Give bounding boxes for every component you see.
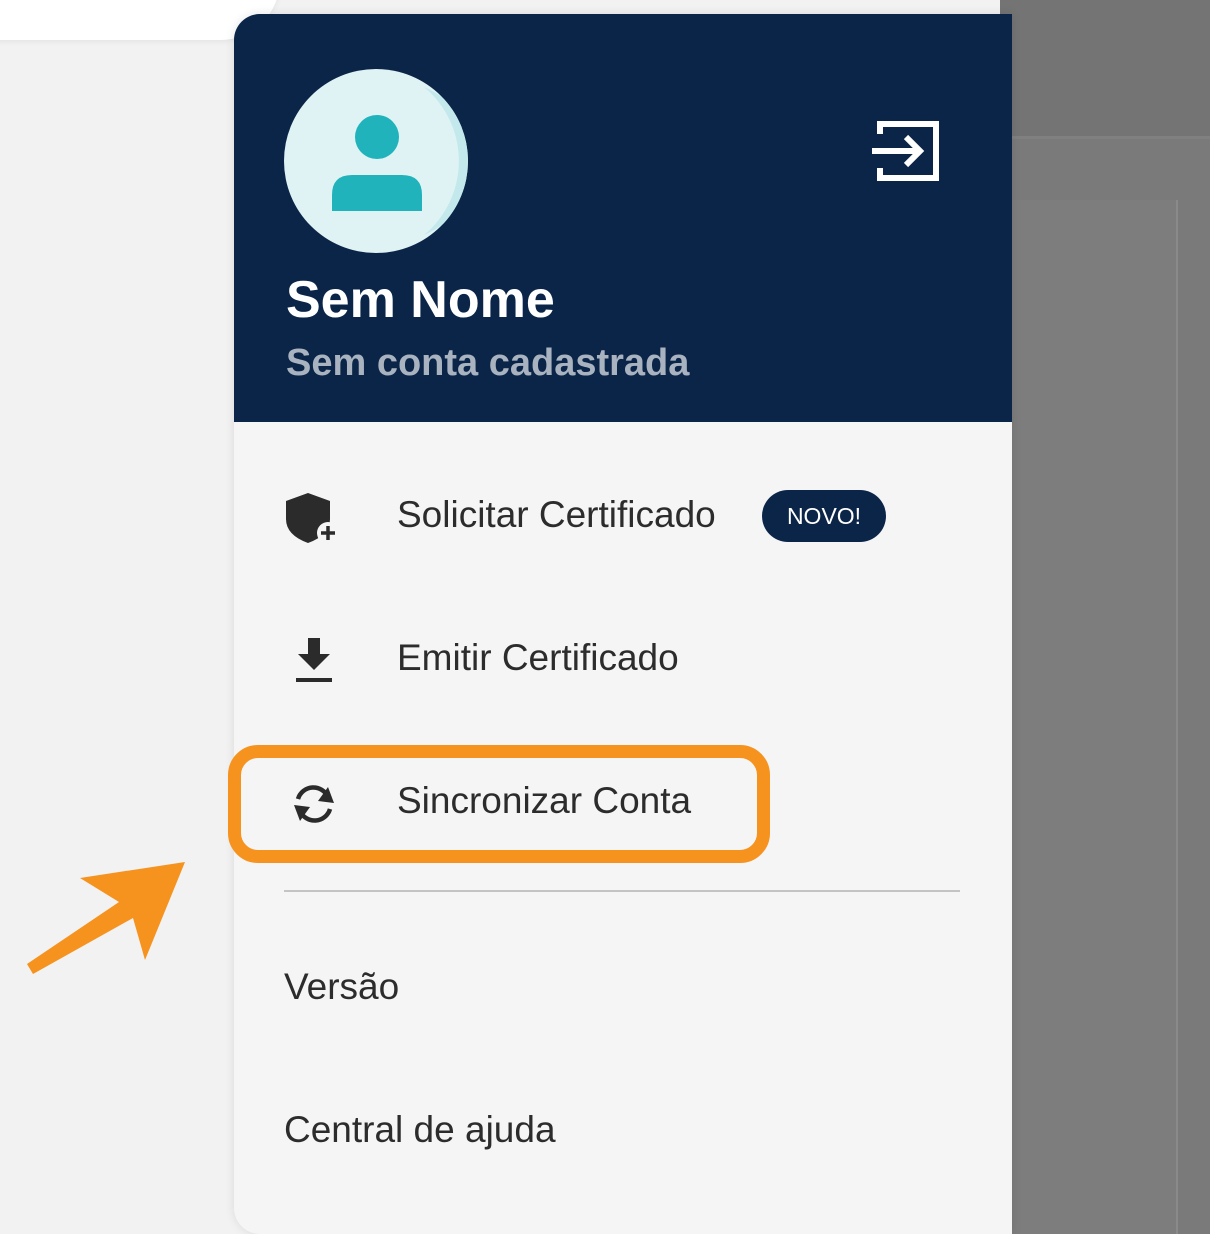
download-icon [296, 638, 332, 682]
menu-item-label: Solicitar Certificado [397, 494, 716, 535]
sync-icon [294, 785, 334, 823]
menu-item-sincronizar-conta[interactable]: Sincronizar Conta [234, 752, 1012, 852]
app-backdrop [1000, 0, 1210, 1234]
avatar[interactable] [284, 69, 468, 253]
menu-link-label: Versão [284, 966, 400, 1007]
menu-item-versao[interactable]: Versão [234, 942, 1012, 1032]
menu-item-solicitar-certificado[interactable]: Solicitar Certificado NOVO! [234, 466, 1012, 566]
backdrop-toolbar [1000, 0, 1210, 139]
login-exit-icon [872, 121, 939, 181]
new-badge: NOVO! [762, 490, 886, 542]
backdrop-card [1000, 200, 1178, 1234]
drawer-header: Sem Nome Sem conta cadastrada [234, 14, 1012, 422]
user-name: Sem Nome [286, 271, 555, 329]
logout-button[interactable] [870, 114, 944, 188]
menu-item-central-de-ajuda[interactable]: Central de ajuda [234, 1085, 1012, 1175]
menu-divider [284, 890, 960, 892]
menu-item-emitir-certificado[interactable]: Emitir Certificado [234, 609, 1012, 709]
menu-item-label: Sincronizar Conta [397, 780, 692, 821]
account-status: Sem conta cadastrada [286, 342, 690, 384]
menu-item-label: Emitir Certificado [397, 637, 679, 678]
user-icon [332, 87, 468, 235]
menu-link-label: Central de ajuda [284, 1109, 556, 1150]
shield-plus-icon [286, 493, 339, 544]
navigation-drawer: Sem Nome Sem conta cadastrada Solicitar … [234, 14, 1012, 1234]
arrow-icon [27, 862, 185, 974]
